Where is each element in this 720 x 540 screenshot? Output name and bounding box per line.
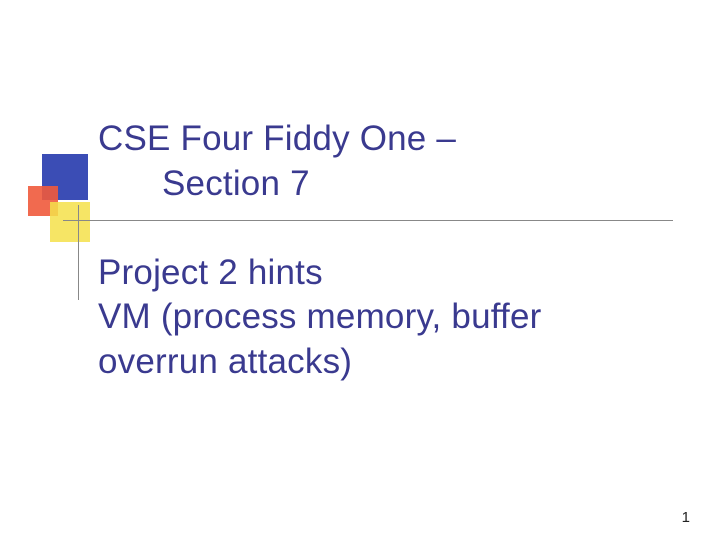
yellow-square-icon bbox=[50, 202, 90, 242]
title-line-1: CSE Four Fiddy One – bbox=[98, 117, 668, 162]
slide-title-block: CSE Four Fiddy One – Section 7 Project 2… bbox=[98, 117, 668, 385]
subtitle-line-3: overrun attacks) bbox=[98, 340, 668, 385]
title-gap bbox=[98, 207, 668, 251]
subtitle-line-1: Project 2 hints bbox=[98, 251, 668, 296]
subtitle-line-2: VM (process memory, buffer bbox=[98, 295, 668, 340]
vertical-divider bbox=[78, 205, 79, 300]
title-line-2: Section 7 bbox=[98, 162, 668, 207]
page-number: 1 bbox=[682, 509, 690, 526]
